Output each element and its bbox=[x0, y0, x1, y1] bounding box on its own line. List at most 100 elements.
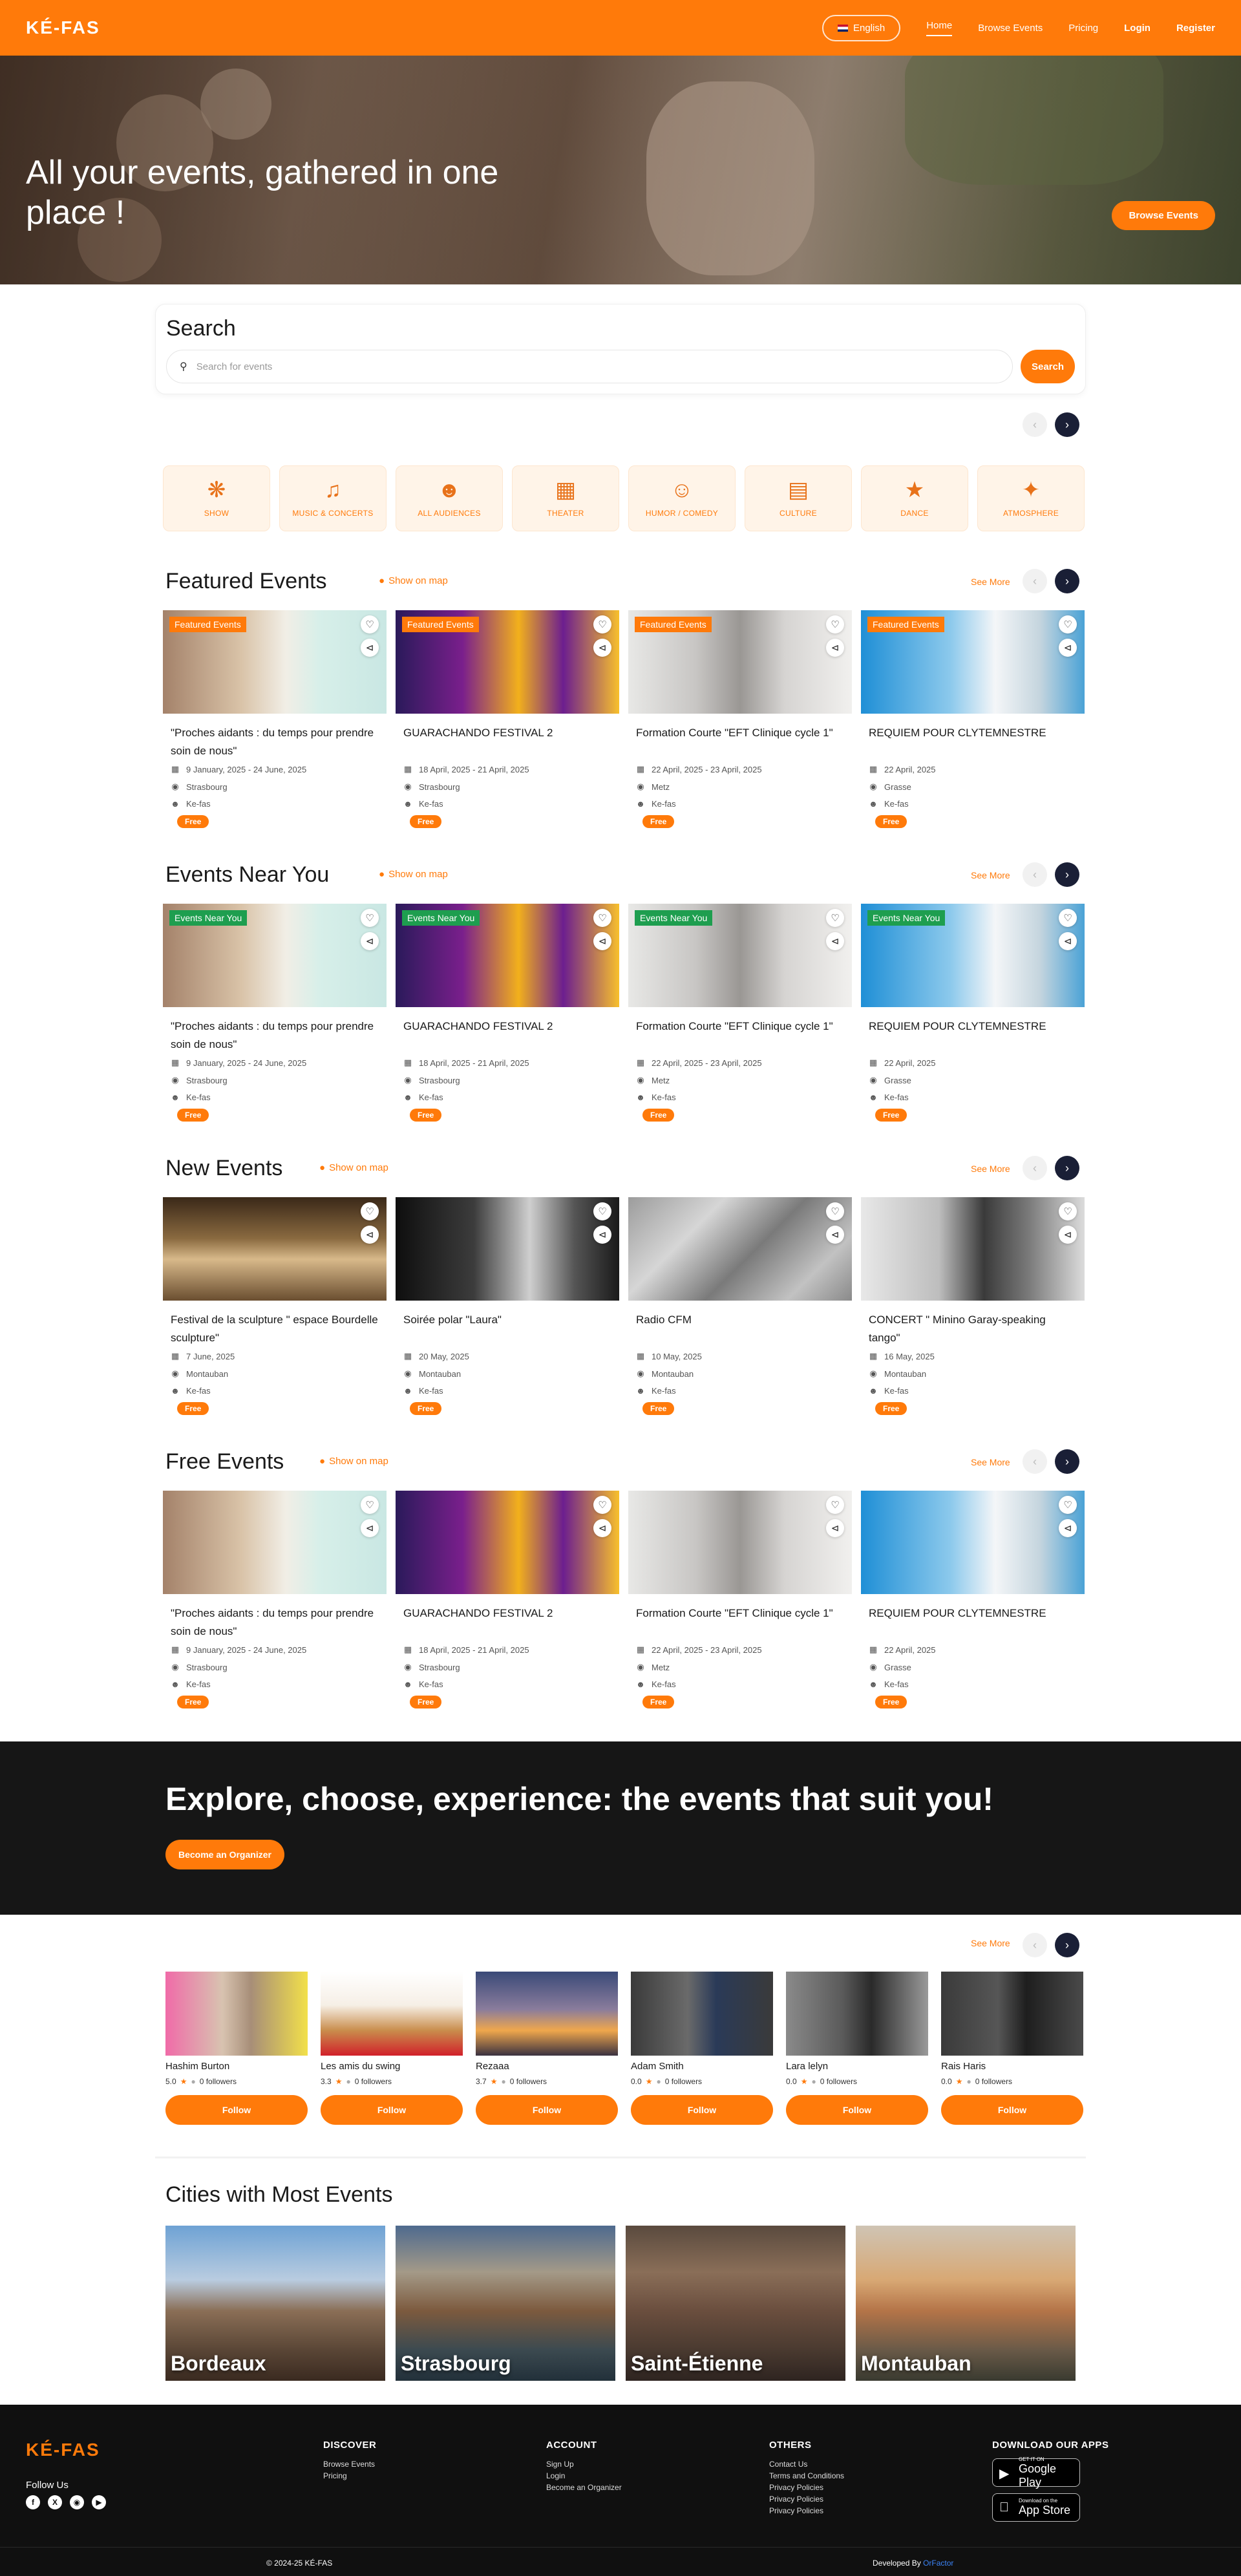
event-card[interactable]: ♡ ⊲ Formation Courte "EFT Clinique cycle 1… bbox=[628, 1491, 852, 1720]
heart-icon[interactable]: ♡ bbox=[593, 615, 611, 633]
event-image[interactable]: ♡ ⊲ bbox=[163, 1491, 387, 1594]
event-image[interactable]: ♡ ⊲ bbox=[861, 1197, 1085, 1301]
heart-icon[interactable]: ♡ bbox=[593, 1496, 611, 1514]
heart-icon[interactable]: ♡ bbox=[593, 1202, 611, 1220]
event-title[interactable]: GUARACHANDO FESTIVAL 2 bbox=[403, 1017, 611, 1054]
next-arrow-button[interactable]: › bbox=[1055, 1449, 1079, 1474]
event-card[interactable]: Events Near You ♡ ⊲ "Proches aidants : du t… bbox=[163, 904, 387, 1133]
event-title[interactable]: REQUIEM POUR CLYTEMNESTRE bbox=[869, 724, 1077, 760]
event-image[interactable]: ♡ ⊲ bbox=[628, 1491, 852, 1594]
event-title[interactable]: Formation Courte "EFT Clinique cycle 1" bbox=[636, 1017, 844, 1054]
heart-icon[interactable]: ♡ bbox=[1059, 1496, 1077, 1514]
event-image[interactable]: ♡ ⊲ bbox=[163, 1197, 387, 1301]
instagram-icon[interactable]: ◉ bbox=[70, 2495, 84, 2509]
event-image[interactable]: Events Near You ♡ ⊲ bbox=[163, 904, 387, 1007]
organizer-photo[interactable] bbox=[941, 1972, 1083, 2056]
nav-login-link[interactable]: Login bbox=[1124, 23, 1151, 34]
event-card[interactable]: ♡ ⊲ CONCERT " Minino Garay-speaking tango"… bbox=[861, 1197, 1085, 1427]
event-image[interactable]: Featured Events ♡ ⊲ bbox=[861, 610, 1085, 714]
heart-icon[interactable]: ♡ bbox=[361, 1496, 379, 1514]
show-on-map-link[interactable]: ● Show on map bbox=[379, 869, 448, 880]
see-more-link[interactable]: See More bbox=[971, 870, 1010, 880]
event-title[interactable]: REQUIEM POUR CLYTEMNESTRE bbox=[869, 1017, 1077, 1054]
event-card[interactable]: Featured Events ♡ ⊲ GUARACHANDO FESTIVAL 2 ▦… bbox=[396, 610, 619, 840]
share-icon[interactable]: ⊲ bbox=[826, 932, 844, 950]
logo[interactable]: KÉ-FAS bbox=[26, 17, 100, 38]
event-image[interactable]: Featured Events ♡ ⊲ bbox=[163, 610, 387, 714]
footer-link[interactable]: Login bbox=[546, 2470, 622, 2482]
event-title[interactable]: "Proches aidants : du temps pour prendre… bbox=[171, 1017, 379, 1054]
city-card[interactable]: Bordeaux bbox=[165, 2226, 385, 2381]
follow-button[interactable]: Follow bbox=[941, 2095, 1083, 2125]
event-title[interactable]: Formation Courte "EFT Clinique cycle 1" bbox=[636, 724, 844, 760]
event-title[interactable]: GUARACHANDO FESTIVAL 2 bbox=[403, 724, 611, 760]
event-card[interactable]: ♡ ⊲ Soirée polar "Laura" ▦ 20 May, 2025 ◉ Mont… bbox=[396, 1197, 619, 1427]
event-title[interactable]: REQUIEM POUR CLYTEMNESTRE bbox=[869, 1604, 1077, 1641]
event-image[interactable]: Featured Events ♡ ⊲ bbox=[628, 610, 852, 714]
show-on-map-link[interactable]: ● Show on map bbox=[379, 575, 448, 586]
event-card[interactable]: Events Near You ♡ ⊲ GUARACHANDO FESTIVAL 2 ▦… bbox=[396, 904, 619, 1133]
category-tile[interactable]: ☺ HUMOR / COMEDY bbox=[628, 465, 736, 531]
organizer-name[interactable]: Adam Smith bbox=[631, 2061, 773, 2072]
share-icon[interactable]: ⊲ bbox=[361, 1226, 379, 1244]
event-image[interactable]: Events Near You ♡ ⊲ bbox=[861, 904, 1085, 1007]
category-tile[interactable]: ▤ CULTURE bbox=[745, 465, 852, 531]
search-button[interactable]: Search bbox=[1021, 350, 1075, 383]
share-icon[interactable]: ⊲ bbox=[361, 639, 379, 657]
app-store-button[interactable]:  Download on the App Store bbox=[992, 2493, 1080, 2522]
organizer-photo[interactable] bbox=[321, 1972, 463, 2056]
x-twitter-icon[interactable]: X bbox=[48, 2495, 62, 2509]
organizer-name[interactable]: Lara lelyn bbox=[786, 2061, 928, 2072]
next-arrow-button[interactable]: › bbox=[1055, 1156, 1079, 1180]
event-title[interactable]: GUARACHANDO FESTIVAL 2 bbox=[403, 1604, 611, 1641]
share-icon[interactable]: ⊲ bbox=[826, 1226, 844, 1244]
event-image[interactable]: ♡ ⊲ bbox=[396, 1197, 619, 1301]
footer-link[interactable]: Browse Events bbox=[323, 2458, 376, 2470]
prev-arrow-button[interactable]: ‹ bbox=[1023, 1933, 1047, 1957]
event-card[interactable]: Featured Events ♡ ⊲ REQUIEM POUR CLYTEMNEST… bbox=[861, 610, 1085, 840]
next-arrow-button[interactable]: › bbox=[1055, 412, 1079, 437]
share-icon[interactable]: ⊲ bbox=[1059, 1519, 1077, 1537]
event-title[interactable]: "Proches aidants : du temps pour prendre… bbox=[171, 1604, 379, 1641]
see-more-link[interactable]: See More bbox=[971, 1457, 1010, 1467]
show-on-map-link[interactable]: ● Show on map bbox=[319, 1162, 388, 1173]
event-title[interactable]: "Proches aidants : du temps pour prendre… bbox=[171, 724, 379, 760]
city-card[interactable]: Strasbourg bbox=[396, 2226, 615, 2381]
become-organizer-button[interactable]: Become an Organizer bbox=[165, 1840, 284, 1869]
share-icon[interactable]: ⊲ bbox=[1059, 932, 1077, 950]
share-icon[interactable]: ⊲ bbox=[361, 932, 379, 950]
organizer-name[interactable]: Les amis du swing bbox=[321, 2061, 463, 2072]
event-card[interactable]: ♡ ⊲ Festival de la sculpture " espace Bour… bbox=[163, 1197, 387, 1427]
share-icon[interactable]: ⊲ bbox=[593, 639, 611, 657]
event-title[interactable]: CONCERT " Minino Garay-speaking tango" bbox=[869, 1311, 1077, 1347]
share-icon[interactable]: ⊲ bbox=[593, 1226, 611, 1244]
prev-arrow-button[interactable]: ‹ bbox=[1023, 412, 1047, 437]
event-title[interactable]: Soirée polar "Laura" bbox=[403, 1311, 611, 1347]
event-image[interactable]: ♡ ⊲ bbox=[628, 1197, 852, 1301]
language-selector[interactable]: English bbox=[822, 14, 901, 41]
prev-arrow-button[interactable]: ‹ bbox=[1023, 862, 1047, 887]
heart-icon[interactable]: ♡ bbox=[826, 1202, 844, 1220]
heart-icon[interactable]: ♡ bbox=[826, 615, 844, 633]
event-card[interactable]: ♡ ⊲ REQUIEM POUR CLYTEMNESTRE ▦ 22 April, 20… bbox=[861, 1491, 1085, 1720]
see-more-link[interactable]: See More bbox=[971, 577, 1010, 587]
organizer-photo[interactable] bbox=[631, 1972, 773, 2056]
organizer-photo[interactable] bbox=[476, 1972, 618, 2056]
share-icon[interactable]: ⊲ bbox=[1059, 1226, 1077, 1244]
footer-link[interactable]: Terms and Conditions bbox=[769, 2470, 844, 2482]
follow-button[interactable]: Follow bbox=[631, 2095, 773, 2125]
footer-link[interactable]: Pricing bbox=[323, 2470, 376, 2482]
event-image[interactable]: ♡ ⊲ bbox=[396, 1491, 619, 1594]
event-image[interactable]: ♡ ⊲ bbox=[861, 1491, 1085, 1594]
footer-link[interactable]: Privacy Policies bbox=[769, 2505, 844, 2517]
next-arrow-button[interactable]: › bbox=[1055, 862, 1079, 887]
share-icon[interactable]: ⊲ bbox=[593, 1519, 611, 1537]
category-tile[interactable]: ✦ ATMOSPHERE bbox=[977, 465, 1085, 531]
organizers-see-more-link[interactable]: See More bbox=[971, 1938, 1010, 1948]
follow-button[interactable]: Follow bbox=[786, 2095, 928, 2125]
nav-browse-events-link[interactable]: Browse Events bbox=[978, 23, 1043, 34]
organizer-photo[interactable] bbox=[165, 1972, 308, 2056]
share-icon[interactable]: ⊲ bbox=[826, 1519, 844, 1537]
event-card[interactable]: Events Near You ♡ ⊲ Formation Courte "EFT C… bbox=[628, 904, 852, 1133]
event-card[interactable]: Featured Events ♡ ⊲ Formation Courte "EFT C… bbox=[628, 610, 852, 840]
